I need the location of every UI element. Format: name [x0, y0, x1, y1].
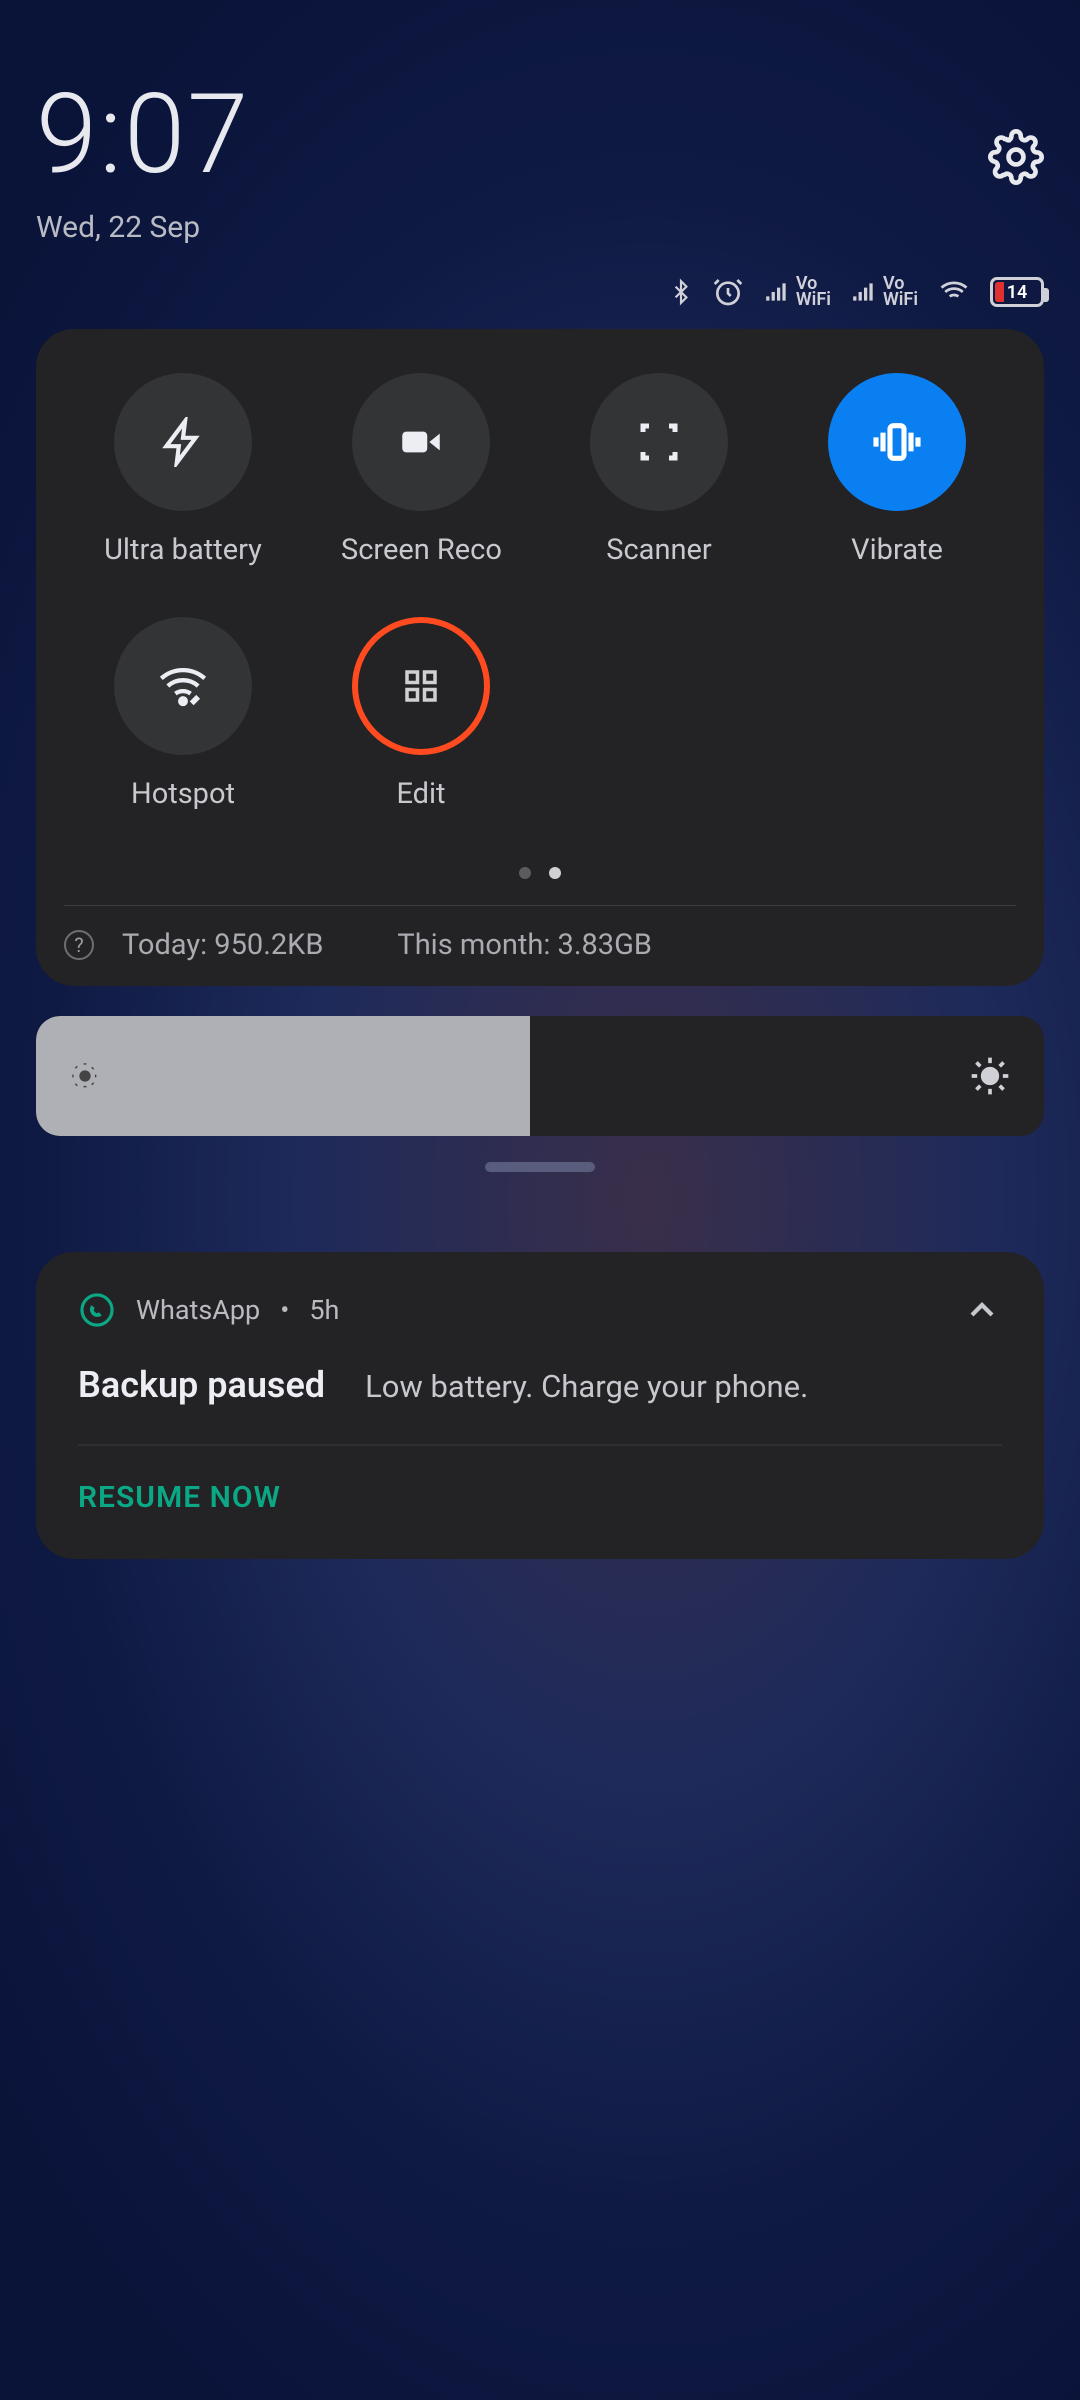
chevron-up-icon	[962, 1290, 1002, 1330]
notification-age: 5h	[309, 1294, 339, 1326]
alarm-icon	[712, 276, 744, 308]
qs-tile-scanner[interactable]: Scanner	[540, 373, 778, 567]
bluetooth-icon	[668, 275, 694, 309]
qs-tile-vibrate[interactable]: Vibrate	[778, 373, 1016, 567]
qs-tile-label: Scanner	[606, 533, 711, 567]
brightness-high-icon	[968, 1054, 1012, 1098]
notification-app-name: WhatsApp	[136, 1294, 260, 1326]
bolt-icon	[158, 417, 208, 467]
qs-tiles-grid: Ultra battery Screen Recorder Scanner Vi…	[64, 373, 1016, 811]
help-icon: ?	[64, 930, 94, 960]
sim1-signal: VoWiFi	[762, 276, 831, 308]
notification-action-resume[interactable]: RESUME NOW	[78, 1480, 1002, 1515]
scan-icon	[635, 418, 683, 466]
shade-header: 9:07 Wed, 22 Sep	[0, 0, 1080, 275]
qs-tile-label: Hotspot	[131, 777, 235, 811]
notification-title: Backup paused	[78, 1364, 325, 1406]
signal-bars-icon	[849, 279, 879, 305]
quick-settings-panel: Ultra battery Screen Recorder Scanner Vi…	[36, 329, 1044, 986]
qs-tile-screen-recorder[interactable]: Screen Recorder	[302, 373, 540, 567]
vowifi-bottom: WiFi	[796, 292, 831, 308]
qs-tile-label: Edit	[396, 777, 445, 811]
shade-drag-handle[interactable]	[485, 1162, 595, 1172]
clock-date: Wed, 22 Sep	[36, 210, 250, 245]
notification-separator: •	[280, 1294, 289, 1326]
video-icon	[396, 417, 446, 467]
settings-button[interactable]	[988, 129, 1044, 185]
clock-block: 9:07 Wed, 22 Sep	[36, 80, 250, 245]
data-today: Today: 950.2KB	[122, 928, 323, 962]
notification-card[interactable]: WhatsApp • 5h Backup paused Low battery.…	[36, 1252, 1044, 1559]
gear-icon	[988, 129, 1044, 185]
notification-header: WhatsApp • 5h	[78, 1290, 1002, 1330]
sim2-signal: VoWiFi	[849, 276, 918, 308]
qs-tile-label: Screen Recorder	[341, 533, 501, 567]
signal-bars-icon	[762, 279, 792, 305]
brightness-slider[interactable]	[36, 1016, 1044, 1136]
notification-body: Backup paused Low battery. Charge your p…	[78, 1364, 1002, 1406]
brightness-fill	[36, 1016, 530, 1136]
qs-tile-circle	[352, 617, 490, 755]
qs-tile-circle	[114, 617, 252, 755]
notification-divider	[78, 1444, 1002, 1446]
notification-text: Low battery. Charge your phone.	[365, 1368, 808, 1405]
collapse-button[interactable]	[962, 1290, 1002, 1330]
data-month: This month: 3.83GB	[397, 928, 652, 962]
qs-tile-circle	[352, 373, 490, 511]
clock-time: 9:07	[36, 80, 250, 190]
notification-app-row: WhatsApp • 5h	[78, 1291, 339, 1329]
qs-tile-hotspot[interactable]: Hotspot	[64, 617, 302, 811]
brightness-low-icon	[68, 1059, 102, 1093]
page-dot-active	[549, 867, 561, 879]
status-bar: VoWiFi VoWiFi 14	[0, 275, 1080, 329]
vibrate-icon	[869, 414, 925, 470]
qs-tile-edit[interactable]: Edit	[302, 617, 540, 811]
battery-fill	[995, 282, 1004, 302]
qs-tile-label: Ultra battery	[104, 533, 262, 567]
hotspot-icon	[157, 660, 209, 712]
qs-tile-label: Vibrate	[851, 533, 943, 567]
whatsapp-icon	[78, 1291, 116, 1329]
qs-tile-circle	[114, 373, 252, 511]
qs-tile-circle	[828, 373, 966, 511]
qs-tile-circle	[590, 373, 728, 511]
battery-percent: 14	[1007, 282, 1028, 303]
page-dot	[519, 867, 531, 879]
grid-icon	[400, 665, 442, 707]
wifi-icon	[936, 277, 972, 307]
qs-tile-ultra-battery[interactable]: Ultra battery	[64, 373, 302, 567]
qs-page-indicator[interactable]	[64, 867, 1016, 879]
data-usage-row[interactable]: ? Today: 950.2KB This month: 3.83GB	[64, 905, 1016, 962]
battery-indicator: 14	[990, 277, 1044, 307]
